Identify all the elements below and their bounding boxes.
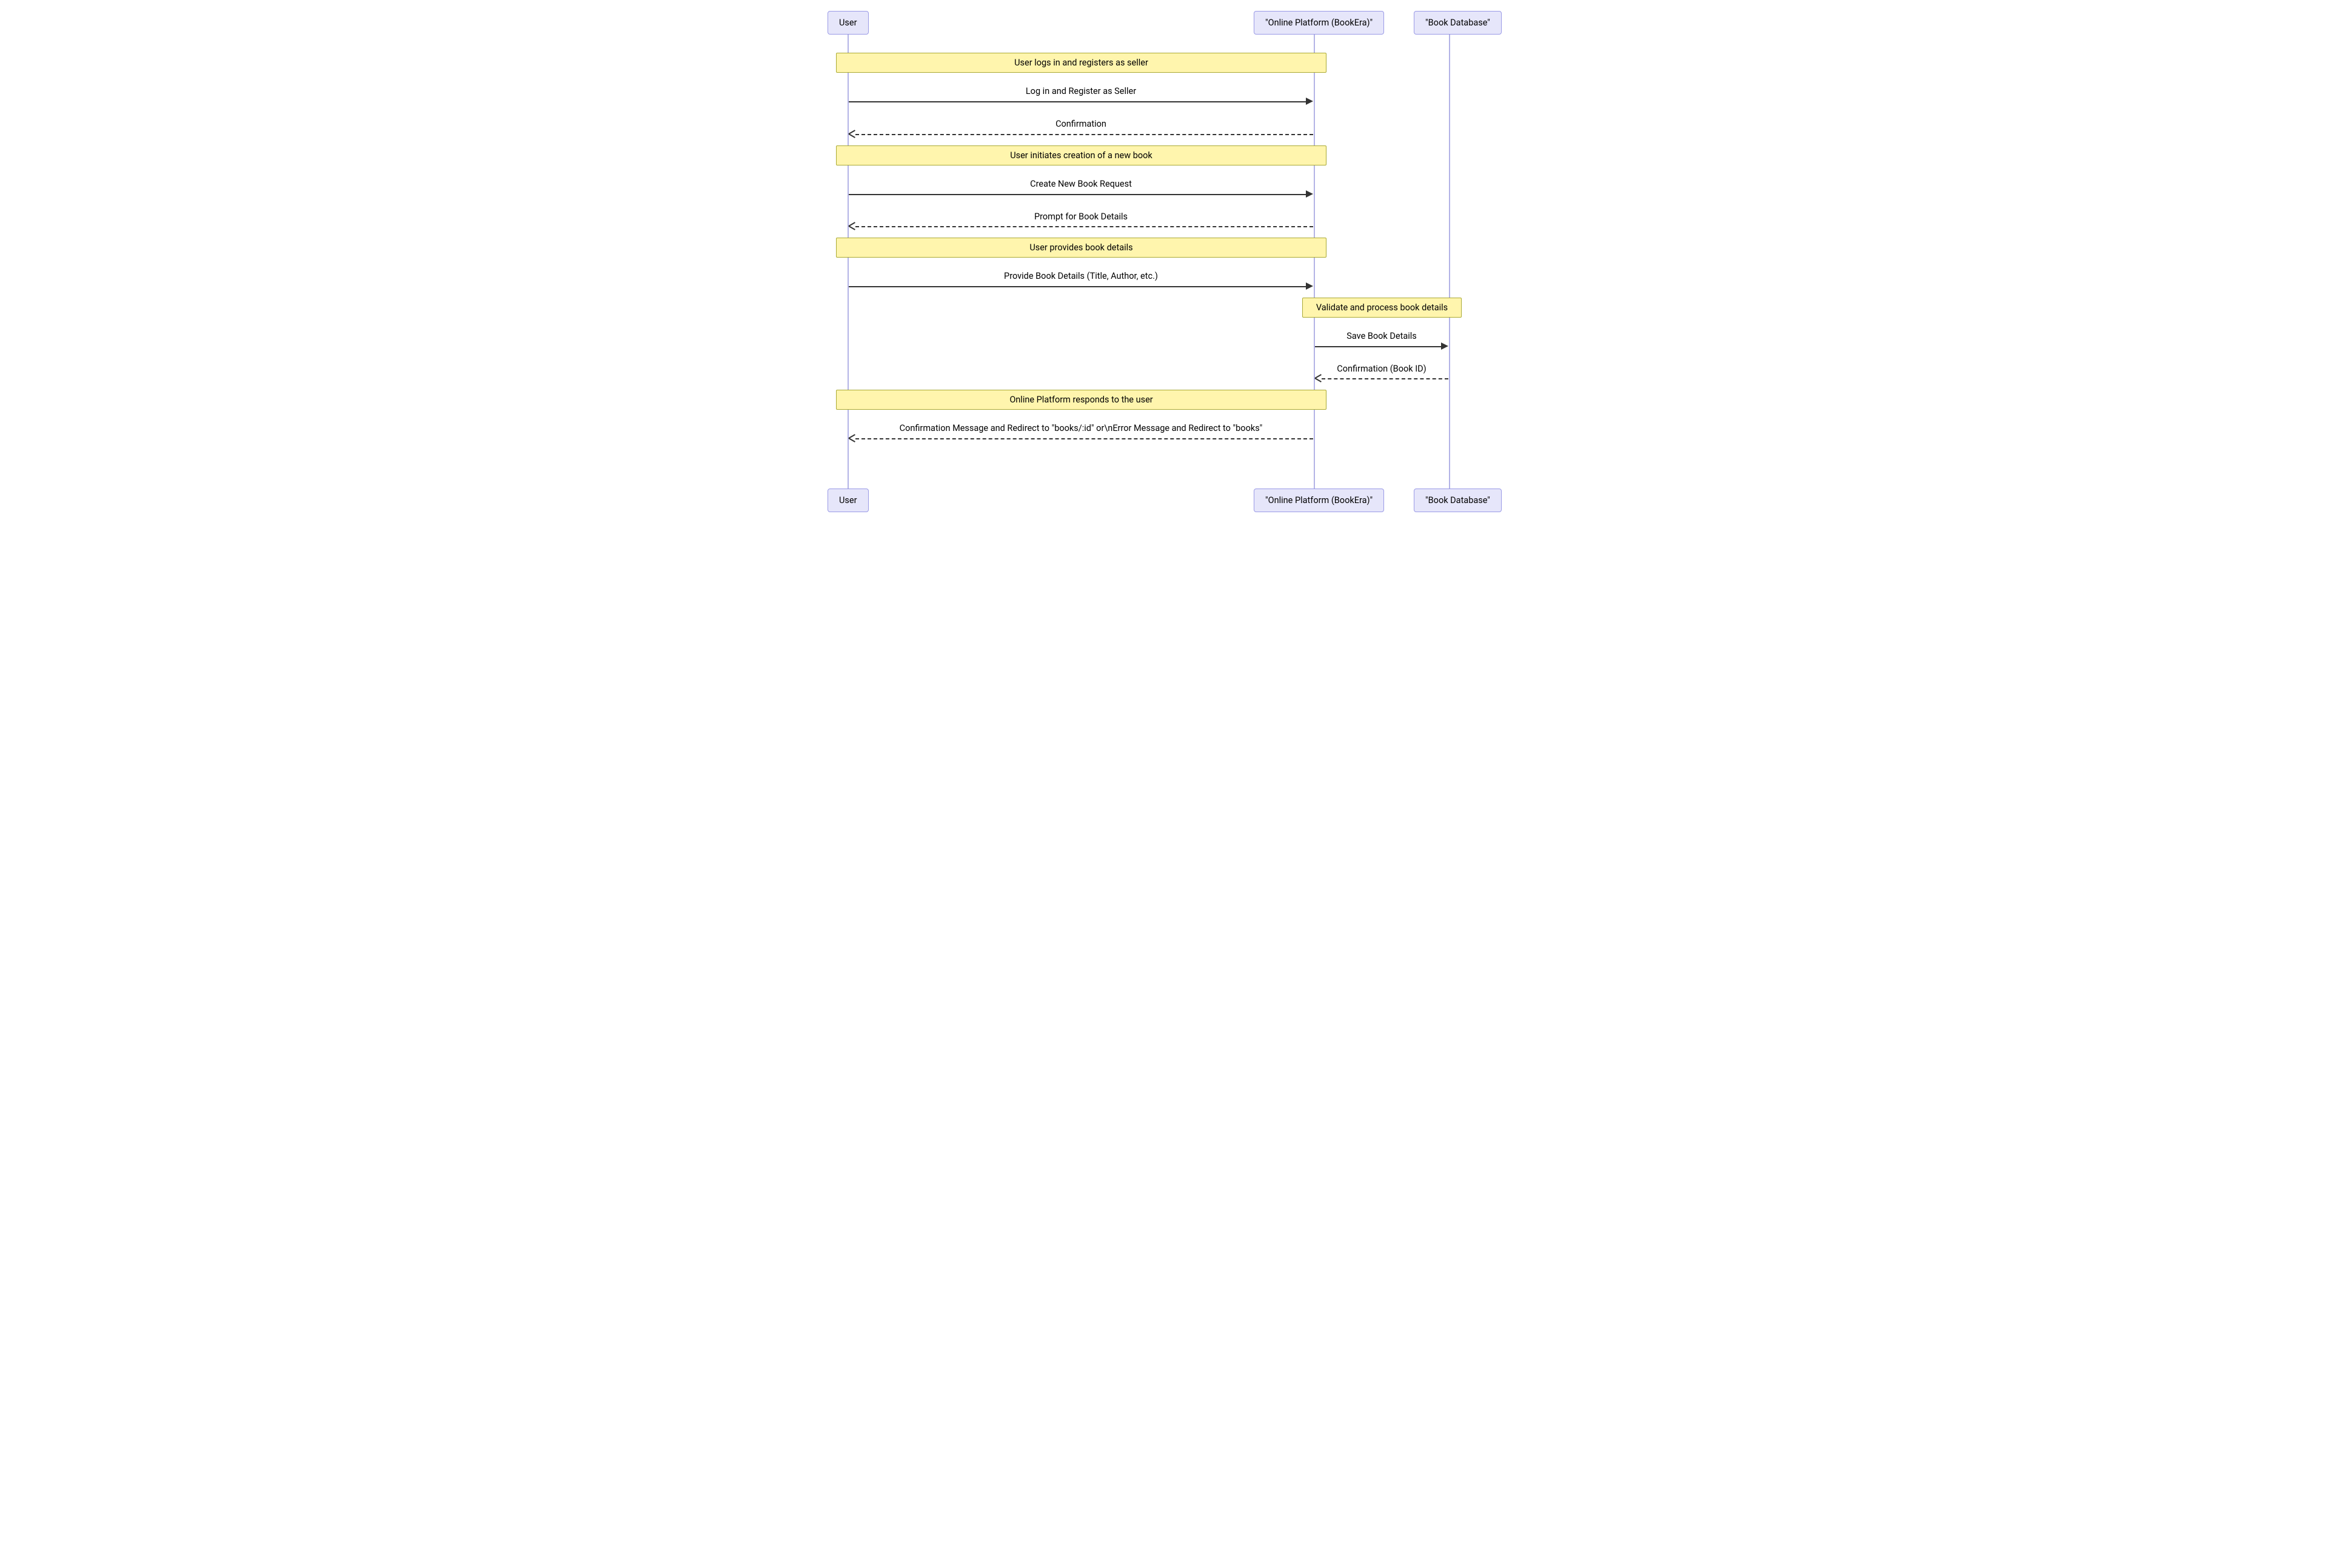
- msg-provide-details-label: Provide Book Details (Title, Author, etc…: [1004, 271, 1158, 281]
- lifeline-user: [848, 30, 849, 492]
- lifeline-platform: [1314, 30, 1315, 492]
- actor-platform-top: "Online Platform (BookEra)": [1254, 11, 1384, 35]
- actor-user-bottom: User: [828, 489, 869, 512]
- note-provide-details-text: User provides book details: [1029, 242, 1132, 253]
- note-validate-text: Validate and process book details: [1316, 302, 1448, 313]
- msg-create-request-arrow: [849, 194, 1307, 195]
- note-login-text: User logs in and registers as seller: [1014, 58, 1148, 68]
- msg-redirect-label: Confirmation Message and Redirect to "bo…: [900, 423, 1263, 433]
- msg-confirmation-bookid-arrow: [1322, 378, 1448, 379]
- actor-database-label: "Book Database": [1425, 18, 1490, 28]
- actor-user-label: User: [839, 18, 857, 28]
- msg-save-book-label: Save Book Details: [1346, 331, 1417, 341]
- msg-provide-details-arrow: [849, 286, 1307, 287]
- note-provide-details: User provides book details: [836, 238, 1326, 258]
- note-respond: Online Platform responds to the user: [836, 390, 1326, 410]
- actor-platform-bottom: "Online Platform (BookEra)": [1254, 489, 1384, 512]
- msg-login-arrow: [849, 101, 1307, 102]
- msg-prompt-details-arrow: [855, 226, 1313, 227]
- note-respond-text: Online Platform responds to the user: [1009, 395, 1152, 405]
- actor-platform-label-bottom: "Online Platform (BookEra)": [1265, 495, 1373, 505]
- note-create-init-text: User initiates creation of a new book: [1010, 150, 1152, 161]
- msg-login-arrowhead: [1306, 98, 1313, 105]
- note-create-init: User initiates creation of a new book: [836, 145, 1326, 165]
- lifeline-database: [1449, 30, 1450, 492]
- note-validate: Validate and process book details: [1302, 298, 1462, 318]
- msg-save-book-arrowhead: [1441, 342, 1448, 350]
- sequence-diagram: User "Online Platform (BookEra)" "Book D…: [776, 0, 1552, 522]
- msg-create-request-arrowhead: [1306, 190, 1313, 198]
- msg-provide-details-arrowhead: [1306, 282, 1313, 290]
- msg-save-book-arrow: [1315, 346, 1442, 347]
- msg-prompt-details-label: Prompt for Book Details: [1034, 212, 1128, 222]
- actor-database-label-bottom: "Book Database": [1425, 495, 1490, 505]
- msg-create-request-label: Create New Book Request: [1030, 179, 1132, 189]
- actor-database-top: "Book Database": [1414, 11, 1502, 35]
- msg-login-label: Log in and Register as Seller: [1026, 86, 1136, 96]
- msg-confirmation-arrow: [855, 134, 1313, 135]
- msg-redirect-arrow: [855, 438, 1313, 439]
- actor-platform-label: "Online Platform (BookEra)": [1265, 18, 1373, 28]
- note-login: User logs in and registers as seller: [836, 53, 1326, 73]
- actor-user-top: User: [828, 11, 869, 35]
- actor-database-bottom: "Book Database": [1414, 489, 1502, 512]
- msg-confirmation-label: Confirmation: [1055, 119, 1106, 129]
- msg-confirmation-bookid-label: Confirmation (Book ID): [1337, 364, 1426, 374]
- actor-user-label-bottom: User: [839, 495, 857, 505]
